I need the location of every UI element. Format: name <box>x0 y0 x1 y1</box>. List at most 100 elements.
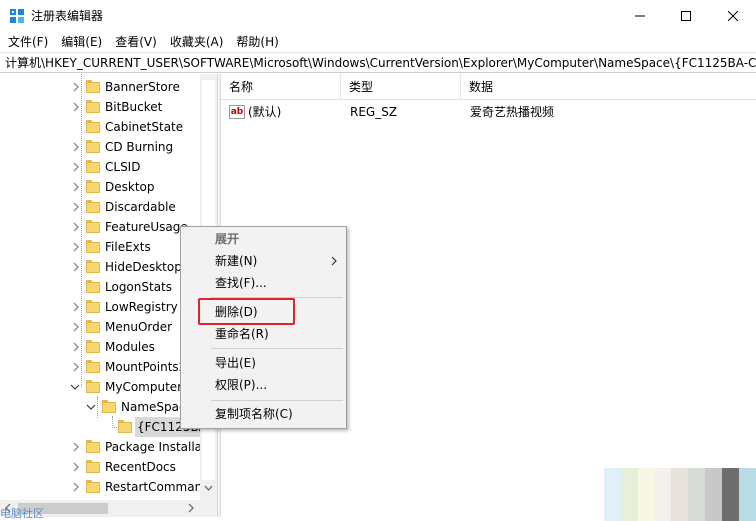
minimize-icon <box>635 15 645 17</box>
chevron-right-icon[interactable] <box>71 81 81 93</box>
menu-view[interactable]: 查看(V) <box>108 32 163 52</box>
chevron-right-icon[interactable] <box>71 321 81 333</box>
tree-item-label: NameSpac <box>121 400 186 414</box>
column-header-type[interactable]: 类型 <box>341 74 461 100</box>
menu-bar: 文件(F) 编辑(E) 查看(V) 收藏夹(A) 帮助(H) <box>0 32 756 52</box>
minimize-button[interactable] <box>617 0 663 32</box>
window-title: 注册表编辑器 <box>31 9 104 23</box>
chevron-right-icon[interactable] <box>71 181 81 193</box>
tree-item-label: LogonStats <box>105 280 173 294</box>
list-header: 名称 类型 数据 <box>221 74 756 100</box>
column-header-data[interactable]: 数据 <box>461 74 756 100</box>
tree-item-label: BannerStore <box>105 80 180 94</box>
tree-item-bitbucket[interactable]: BitBucket <box>0 97 217 117</box>
folder-icon <box>86 180 100 194</box>
ctx-new-label: 新建(N) <box>215 254 258 268</box>
tree-item-label: CLSID <box>105 160 141 174</box>
tree-item-desktop[interactable]: Desktop <box>0 177 217 197</box>
tree-item-label: CabinetState <box>105 120 184 134</box>
folder-icon <box>118 420 132 434</box>
menu-help[interactable]: 帮助(H) <box>229 32 284 52</box>
folder-icon <box>86 80 100 94</box>
folder-icon <box>86 200 100 214</box>
tree-item-package-installation[interactable]: Package Installa <box>0 437 217 457</box>
ab-string-icon: ab <box>229 105 245 119</box>
close-icon <box>728 11 738 21</box>
value-data: 爱奇艺热播视频 <box>470 105 555 119</box>
chevron-right-icon[interactable] <box>71 301 81 313</box>
menu-separator <box>211 400 343 401</box>
chevron-right-icon[interactable] <box>71 101 81 113</box>
chevron-right-icon[interactable] <box>71 481 81 493</box>
folder-icon <box>86 300 100 314</box>
chevron-right-icon[interactable] <box>71 361 81 373</box>
context-menu: 展开 新建(N) 查找(F)... 删除(D) 重命名(R) 导出(E) 权限(… <box>180 226 347 429</box>
ctx-permissions[interactable]: 权限(P)... <box>181 374 346 396</box>
folder-icon <box>102 400 116 414</box>
tree-item-label: Desktop <box>105 180 155 194</box>
tree-item-label: RestartComman <box>105 480 203 494</box>
folder-icon <box>86 380 100 394</box>
chevron-right-icon[interactable] <box>71 141 81 153</box>
ctx-find[interactable]: 查找(F)... <box>181 272 346 294</box>
regedit-icon <box>10 9 24 23</box>
tree-item-label: HideDesktop <box>105 260 182 274</box>
chevron-right-icon[interactable] <box>71 441 81 453</box>
tree-item-label: Modules <box>105 340 155 354</box>
folder-icon <box>86 140 100 154</box>
menu-separator <box>211 348 343 349</box>
ctx-new[interactable]: 新建(N) <box>181 250 346 272</box>
tree-item-clsid[interactable]: CLSID <box>0 157 217 177</box>
tree-item-label: FileExts <box>105 240 151 254</box>
address-bar[interactable]: 计算机\HKEY_CURRENT_USER\SOFTWARE\Microsoft… <box>0 52 756 73</box>
chevron-right-icon[interactable] <box>71 221 81 233</box>
tree-item-label: CD Burning <box>105 140 174 154</box>
chevron-down-icon[interactable] <box>70 381 80 393</box>
scroll-down-icon[interactable] <box>203 482 214 494</box>
tree-item-recentdocs[interactable]: RecentDocs <box>0 457 217 477</box>
watermark: 电脑社区 <box>0 507 44 520</box>
ctx-expand[interactable]: 展开 <box>181 228 346 250</box>
folder-icon <box>86 100 100 114</box>
tree-item-restartcommands[interactable]: RestartComman <box>0 477 217 497</box>
tree-item-discardable[interactable]: Discardable <box>0 197 217 217</box>
folder-icon <box>86 220 100 234</box>
folder-icon <box>86 320 100 334</box>
folder-icon <box>86 460 100 474</box>
chevron-right-icon[interactable] <box>71 161 81 173</box>
chevron-right-icon[interactable] <box>71 261 81 273</box>
folder-icon <box>86 480 100 494</box>
maximize-icon <box>681 11 691 21</box>
tree-item-label: MountPoints2 <box>105 360 187 374</box>
chevron-right-icon[interactable] <box>71 461 81 473</box>
folder-icon <box>86 280 100 294</box>
ctx-rename[interactable]: 重命名(R) <box>181 323 346 345</box>
tree-item-label: BitBucket <box>105 100 163 114</box>
menu-edit[interactable]: 编辑(E) <box>54 32 108 52</box>
tree-item-cabinetstate[interactable]: CabinetState <box>0 117 217 137</box>
maximize-button[interactable] <box>663 0 709 32</box>
list-row[interactable]: ab (默认) REG_SZ 爱奇艺热播视频 <box>221 102 756 122</box>
address-path[interactable]: 计算机\HKEY_CURRENT_USER\SOFTWARE\Microsoft… <box>5 55 756 71</box>
column-header-name[interactable]: 名称 <box>221 74 341 100</box>
folder-icon <box>86 240 100 254</box>
scroll-right-icon[interactable] <box>185 502 197 514</box>
chevron-right-icon[interactable] <box>71 201 81 213</box>
folder-icon <box>86 340 100 354</box>
menu-file[interactable]: 文件(F) <box>0 32 54 52</box>
menu-favorites[interactable]: 收藏夹(A) <box>163 32 230 52</box>
folder-icon <box>86 440 100 454</box>
tree-item-bannerstore[interactable]: BannerStore <box>0 77 217 97</box>
submenu-arrow-icon <box>331 256 337 266</box>
delete-highlight-box <box>198 298 295 325</box>
chevron-down-icon[interactable] <box>86 401 96 413</box>
tree-item-cd-burning[interactable]: CD Burning <box>0 137 217 157</box>
ctx-copy-key-name[interactable]: 复制项名称(C) <box>181 403 346 425</box>
close-button[interactable] <box>710 0 756 32</box>
chevron-right-icon[interactable] <box>71 241 81 253</box>
ctx-export[interactable]: 导出(E) <box>181 352 346 374</box>
tree-item-label: MenuOrder <box>105 320 173 334</box>
folder-icon <box>86 260 100 274</box>
chevron-right-icon[interactable] <box>71 341 81 353</box>
tree-item-label: Discardable <box>105 200 176 214</box>
